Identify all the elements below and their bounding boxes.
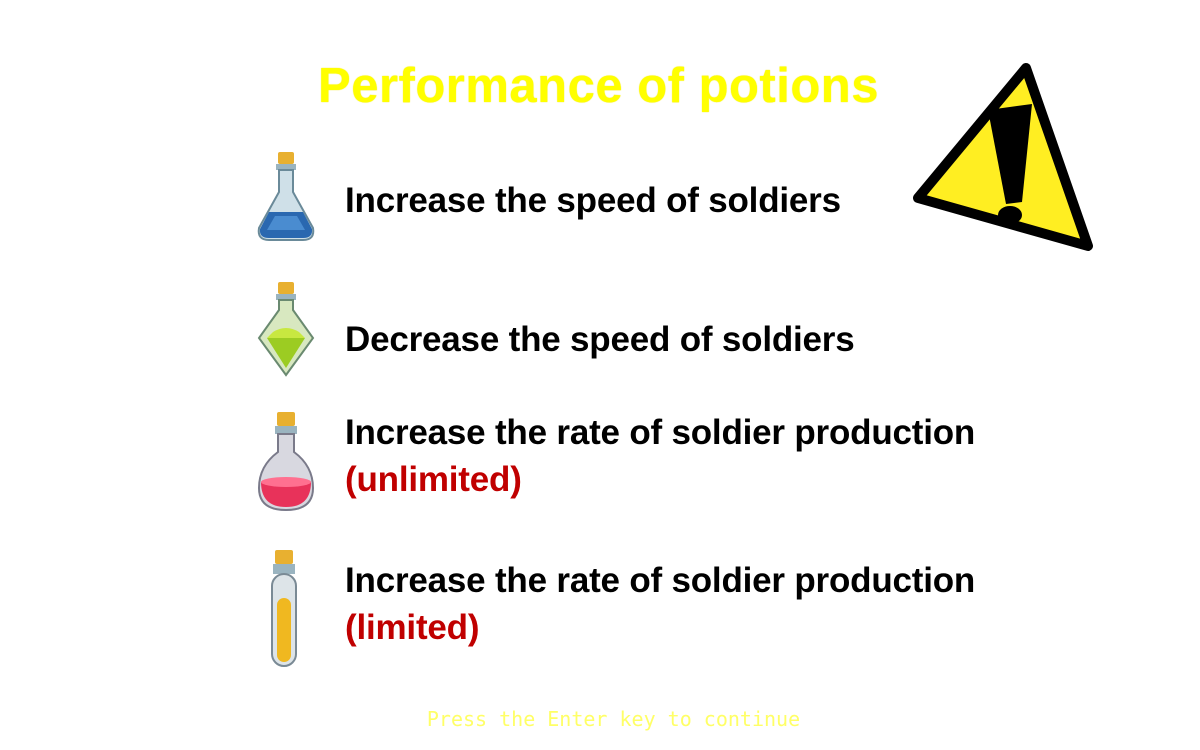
green-diamond-potion-icon [257, 282, 315, 377]
potion-note: (limited) [345, 608, 480, 647]
potion-text: Increase the rate of soldier production [345, 561, 976, 600]
yellow-tube-potion-icon [271, 550, 297, 667]
potion-text: Increase the rate of soldier production [345, 413, 976, 452]
warning-triangle-icon [913, 63, 1093, 251]
continue-prompt: Press the Enter key to continue [426, 707, 801, 731]
blue-flask-potion-icon [257, 152, 315, 241]
red-round-potion-icon [257, 412, 315, 512]
potion-text: Increase the speed of soldiers [345, 181, 841, 220]
potion-note: (unlimited) [345, 460, 522, 499]
potion-text: Decrease the speed of soldiers [345, 320, 855, 359]
